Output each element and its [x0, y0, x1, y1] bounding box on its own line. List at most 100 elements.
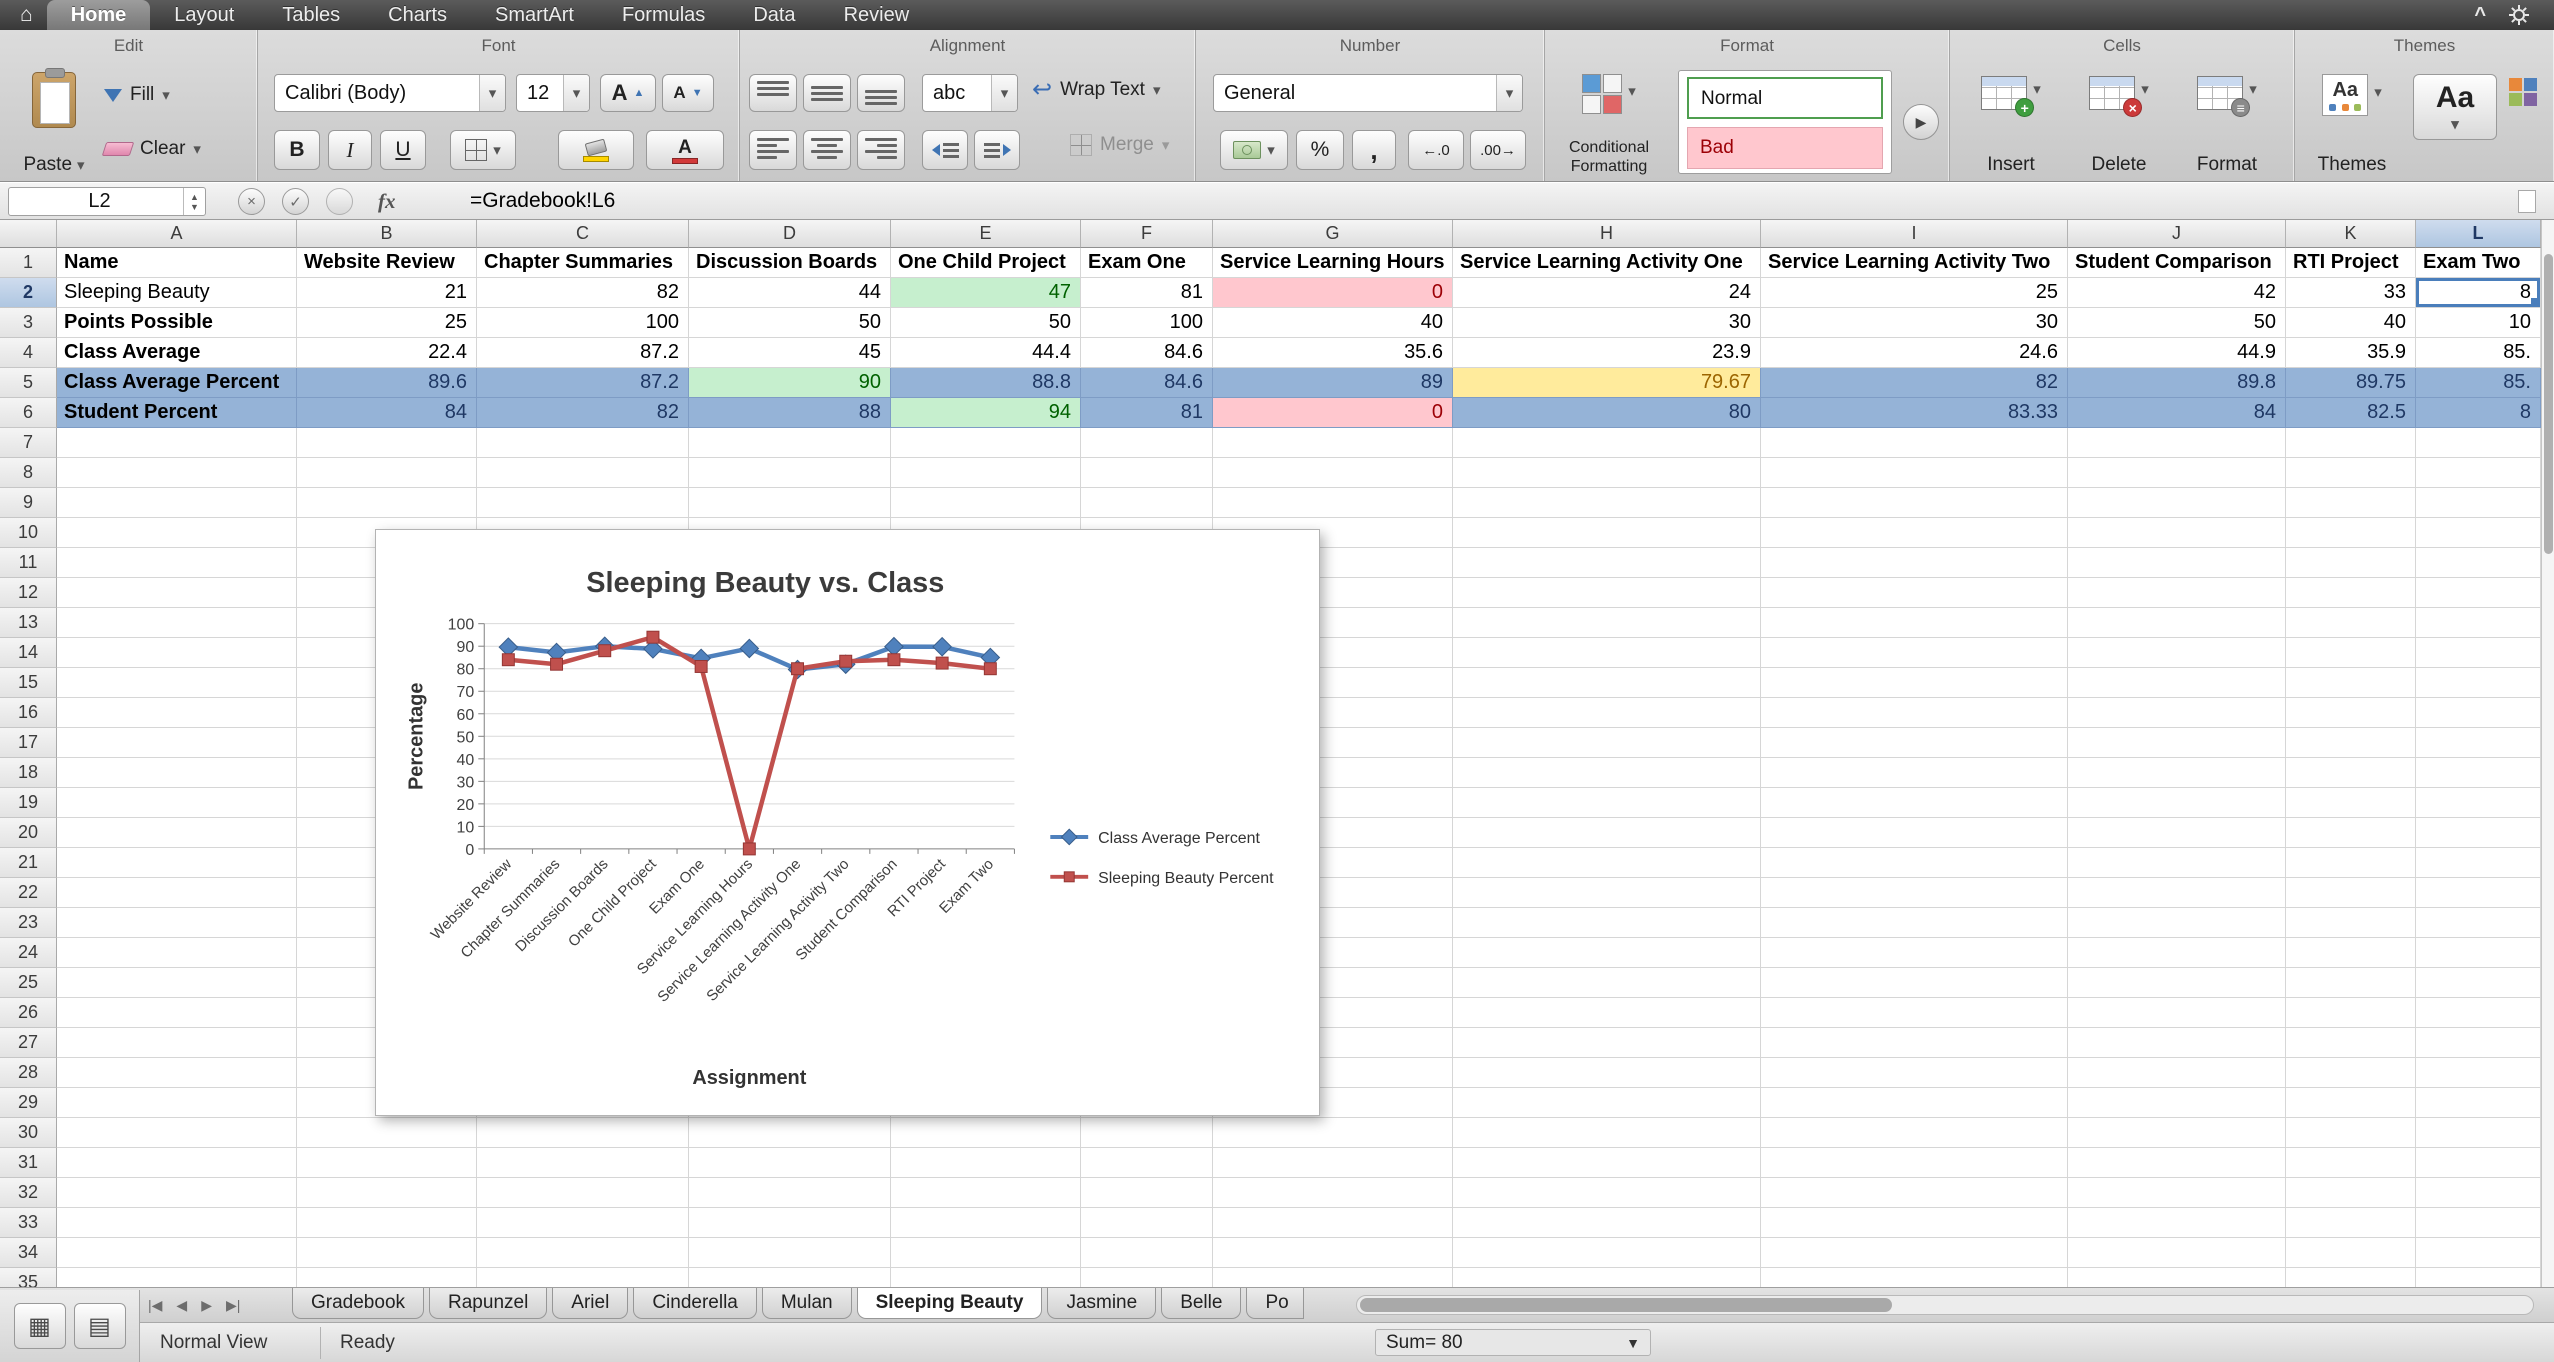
cell-L23[interactable] [2416, 908, 2541, 938]
cell-L10[interactable] [2416, 518, 2541, 548]
cell-G5[interactable]: 89 [1213, 368, 1453, 398]
cell-L11[interactable] [2416, 548, 2541, 578]
cell-H13[interactable] [1453, 608, 1761, 638]
cell-I28[interactable] [1761, 1058, 2068, 1088]
cell-F3[interactable]: 100 [1081, 308, 1213, 338]
cell-J29[interactable] [2068, 1088, 2286, 1118]
cell-K4[interactable]: 35.9 [2286, 338, 2416, 368]
cell-I21[interactable] [1761, 848, 2068, 878]
cell-I27[interactable] [1761, 1028, 2068, 1058]
cell-I11[interactable] [1761, 548, 2068, 578]
font-name-select[interactable]: Calibri (Body) ▾ [274, 74, 506, 112]
cell-A24[interactable] [57, 938, 297, 968]
cell-F30[interactable] [1081, 1118, 1213, 1148]
cell-L24[interactable] [2416, 938, 2541, 968]
cell-H8[interactable] [1453, 458, 1761, 488]
cell-F32[interactable] [1081, 1178, 1213, 1208]
cell-A2[interactable]: Sleeping Beauty [57, 278, 297, 308]
cell-I32[interactable] [1761, 1178, 2068, 1208]
cell-E7[interactable] [891, 428, 1081, 458]
cell-J31[interactable] [2068, 1148, 2286, 1178]
cell-K11[interactable] [2286, 548, 2416, 578]
cell-J33[interactable] [2068, 1208, 2286, 1238]
cell-A29[interactable] [57, 1088, 297, 1118]
cell-F9[interactable] [1081, 488, 1213, 518]
collapse-ribbon-icon[interactable]: ^ [2474, 0, 2486, 30]
cell-I5[interactable]: 82 [1761, 368, 2068, 398]
cell-G33[interactable] [1213, 1208, 1453, 1238]
cell-B6[interactable]: 84 [297, 398, 477, 428]
cell-H3[interactable]: 30 [1453, 308, 1761, 338]
sheet-tab-ariel[interactable]: Ariel [552, 1288, 628, 1319]
cell-A14[interactable] [57, 638, 297, 668]
cell-I33[interactable] [1761, 1208, 2068, 1238]
row-header-35[interactable]: 35 [0, 1268, 57, 1287]
cell-G3[interactable]: 40 [1213, 308, 1453, 338]
increase-decimal-button[interactable]: ←.0 [1408, 130, 1464, 170]
cell-A33[interactable] [57, 1208, 297, 1238]
cell-K29[interactable] [2286, 1088, 2416, 1118]
cell-L32[interactable] [2416, 1178, 2541, 1208]
cell-A20[interactable] [57, 818, 297, 848]
row-header-15[interactable]: 15 [0, 668, 57, 698]
font-color-button[interactable]: A [646, 130, 724, 170]
cell-H30[interactable] [1453, 1118, 1761, 1148]
cell-J13[interactable] [2068, 608, 2286, 638]
cell-K13[interactable] [2286, 608, 2416, 638]
cell-G2[interactable]: 0 [1213, 278, 1453, 308]
cell-H10[interactable] [1453, 518, 1761, 548]
cell-A11[interactable] [57, 548, 297, 578]
row-header-27[interactable]: 27 [0, 1028, 57, 1058]
cell-A28[interactable] [57, 1058, 297, 1088]
paste-button[interactable]: Paste▾ [14, 68, 94, 176]
cell-F31[interactable] [1081, 1148, 1213, 1178]
row-header-6[interactable]: 6 [0, 398, 57, 428]
formula-bar-expand-handle[interactable] [2518, 190, 2536, 213]
cell-G32[interactable] [1213, 1178, 1453, 1208]
column-header-L[interactable]: L [2416, 220, 2541, 248]
cell-L14[interactable] [2416, 638, 2541, 668]
align-right-button[interactable] [857, 130, 905, 170]
sheet-tab-po[interactable]: Po [1246, 1288, 1304, 1319]
column-header-G[interactable]: G [1213, 220, 1453, 248]
cell-K35[interactable] [2286, 1268, 2416, 1287]
row-header-5[interactable]: 5 [0, 368, 57, 398]
cell-A22[interactable] [57, 878, 297, 908]
cell-K17[interactable] [2286, 728, 2416, 758]
cell-E4[interactable]: 44.4 [891, 338, 1081, 368]
cell-K31[interactable] [2286, 1148, 2416, 1178]
insert-function-button[interactable]: fx [378, 189, 396, 214]
cell-E5[interactable]: 88.8 [891, 368, 1081, 398]
cell-K15[interactable] [2286, 668, 2416, 698]
sheet-tab-rapunzel[interactable]: Rapunzel [429, 1288, 547, 1319]
merge-button[interactable]: Merge ▾ [1070, 134, 1169, 156]
cell-L25[interactable] [2416, 968, 2541, 998]
align-left-button[interactable] [749, 130, 797, 170]
cell-A30[interactable] [57, 1118, 297, 1148]
cell-G34[interactable] [1213, 1238, 1453, 1268]
cell-J5[interactable]: 89.8 [2068, 368, 2286, 398]
cell-A3[interactable]: Points Possible [57, 308, 297, 338]
name-box-stepper[interactable]: ▲▼ [183, 188, 205, 215]
cell-F34[interactable] [1081, 1238, 1213, 1268]
cell-I15[interactable] [1761, 668, 2068, 698]
row-header-17[interactable]: 17 [0, 728, 57, 758]
row-header-2[interactable]: 2 [0, 278, 57, 308]
cell-I2[interactable]: 25 [1761, 278, 2068, 308]
row-header-4[interactable]: 4 [0, 338, 57, 368]
cell-C33[interactable] [477, 1208, 689, 1238]
cell-J12[interactable] [2068, 578, 2286, 608]
column-header-H[interactable]: H [1453, 220, 1761, 248]
cell-J7[interactable] [2068, 428, 2286, 458]
row-header-18[interactable]: 18 [0, 758, 57, 788]
column-header-J[interactable]: J [2068, 220, 2286, 248]
cell-F2[interactable]: 81 [1081, 278, 1213, 308]
embedded-chart[interactable]: 0102030405060708090100Website ReviewChap… [375, 529, 1320, 1116]
cell-E1[interactable]: One Child Project [891, 248, 1081, 278]
cell-H1[interactable]: Service Learning Activity One [1453, 248, 1761, 278]
cell-L4[interactable]: 85. [2416, 338, 2541, 368]
shrink-font-button[interactable]: A▼ [662, 74, 714, 112]
percent-format-button[interactable]: % [1296, 130, 1344, 170]
cell-D30[interactable] [689, 1118, 891, 1148]
cell-J9[interactable] [2068, 488, 2286, 518]
